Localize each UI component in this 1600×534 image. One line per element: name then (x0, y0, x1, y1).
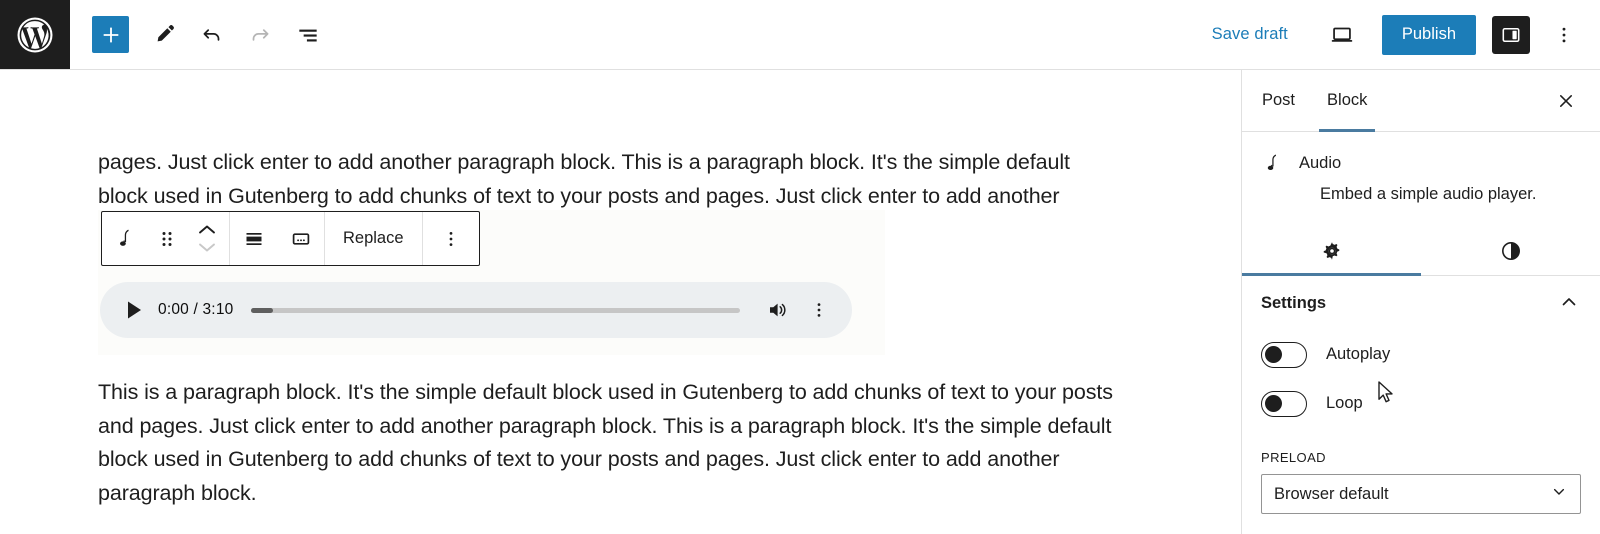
pencil-edit-icon (157, 25, 174, 42)
header-spacer (332, 0, 1200, 69)
chevron-down-icon (199, 243, 215, 252)
tab-post[interactable]: Post (1246, 70, 1311, 131)
block-description: Embed a simple audio player. (1320, 185, 1537, 203)
sidebar-tablist: Post Block (1242, 70, 1600, 132)
speaker-volume-icon (770, 303, 786, 317)
block-toolbar-group-block (102, 212, 229, 265)
sidebar-panel-icon (1502, 27, 1520, 42)
add-block-button[interactable] (92, 16, 129, 53)
preload-select[interactable]: Browser default (1261, 474, 1581, 514)
preload-label: PRELOAD (1261, 450, 1326, 465)
tab-settings-icon[interactable] (1242, 226, 1421, 276)
editor-canvas[interactable]: pages. Just click enter to add another p… (0, 70, 1241, 534)
preview-button[interactable] (1320, 13, 1364, 57)
undo-arrow-icon (203, 28, 220, 41)
more-options-button[interactable] (1546, 13, 1582, 57)
close-sidebar-button[interactable] (1542, 70, 1590, 131)
play-triangle-icon (128, 301, 141, 319)
editor-body: pages. Just click enter to add another p… (0, 70, 1600, 534)
sidebar-icon-tablist (1242, 226, 1600, 276)
block-toolbar: Replace (101, 211, 480, 266)
header-left-tools (70, 0, 332, 69)
audio-time-display: 0:00 / 3:10 (158, 301, 234, 318)
post-content-column: pages. Just click enter to add another p… (0, 70, 1241, 534)
paragraph-block-bottom[interactable]: This is a paragraph block. It's the simp… (98, 376, 1138, 510)
align-wide-icon (246, 232, 261, 245)
block-toolbar-group-format (230, 212, 324, 265)
redo-button[interactable] (236, 11, 284, 59)
header-right-actions: Save draft Publish (1200, 0, 1600, 69)
wordpress-logo-icon[interactable] (0, 0, 70, 69)
block-info-row: Audio (1261, 152, 1580, 174)
plus-icon (103, 27, 118, 42)
move-down-button[interactable] (196, 240, 218, 254)
toggle-knob (1265, 345, 1282, 363)
loop-toggle[interactable] (1261, 390, 1307, 417)
kebab-vertical-icon (1562, 27, 1566, 42)
autoplay-field-row: Autoplay (1242, 330, 1600, 379)
audio-play-button[interactable] (114, 290, 154, 330)
move-up-button[interactable] (196, 223, 218, 237)
wordpress-block-editor: Save draft Publish pages. Just click ent… (0, 0, 1600, 534)
drag-dots-icon (162, 231, 172, 246)
block-title: Audio (1299, 153, 1342, 172)
audio-progress-fill (251, 307, 274, 313)
add-caption-icon (292, 232, 309, 245)
save-draft-button[interactable]: Save draft (1200, 17, 1300, 52)
add-caption-button[interactable] (277, 212, 324, 265)
undo-button[interactable] (188, 11, 236, 59)
chevron-up-icon (1557, 290, 1581, 317)
toggle-knob (1265, 394, 1282, 412)
loop-field-row: Loop (1242, 379, 1600, 428)
kebab-vertical-icon (449, 231, 452, 246)
publish-button[interactable]: Publish (1381, 14, 1476, 55)
preload-select-wrap: Browser default (1242, 474, 1600, 514)
settings-panel-header[interactable]: Settings (1242, 276, 1600, 330)
block-more-options-button[interactable] (423, 212, 479, 265)
document-outline-icon (299, 29, 317, 41)
tab-block[interactable]: Block (1311, 70, 1383, 132)
settings-sidebar: Post Block Audio Embed a simple audio pl… (1241, 70, 1600, 534)
gear-settings-icon (1323, 241, 1339, 260)
block-info-card: Audio Embed a simple audio player. (1242, 132, 1600, 222)
tab-styles-icon[interactable] (1421, 226, 1600, 275)
block-movers (185, 212, 229, 265)
settings-sidebar-toggle-button[interactable] (1492, 15, 1530, 54)
autoplay-label: Autoplay (1326, 345, 1391, 363)
editor-header: Save draft Publish (0, 0, 1600, 70)
contrast-styles-icon (1501, 241, 1520, 260)
redo-arrow-icon (252, 28, 269, 41)
audio-note-icon (1261, 152, 1285, 174)
close-x-icon (1559, 94, 1573, 107)
edit-tool-button[interactable] (140, 11, 188, 59)
audio-menu-button[interactable] (804, 292, 834, 328)
chevron-up-icon (199, 225, 215, 234)
settings-panel-title: Settings (1261, 293, 1327, 312)
drag-handle-button[interactable] (149, 212, 185, 265)
align-button[interactable] (230, 212, 277, 265)
audio-player[interactable]: 0:00 / 3:10 (100, 282, 852, 338)
laptop-preview-icon (1331, 27, 1353, 42)
loop-label: Loop (1326, 394, 1363, 412)
audio-progress-slider[interactable] (251, 307, 740, 313)
audio-note-icon (120, 229, 129, 246)
kebab-vertical-icon (817, 303, 821, 317)
autoplay-toggle[interactable] (1261, 341, 1307, 368)
block-type-button[interactable] (102, 212, 149, 265)
list-view-button[interactable] (284, 11, 332, 59)
replace-button[interactable]: Replace (325, 212, 422, 265)
audio-volume-button[interactable] (760, 292, 796, 328)
